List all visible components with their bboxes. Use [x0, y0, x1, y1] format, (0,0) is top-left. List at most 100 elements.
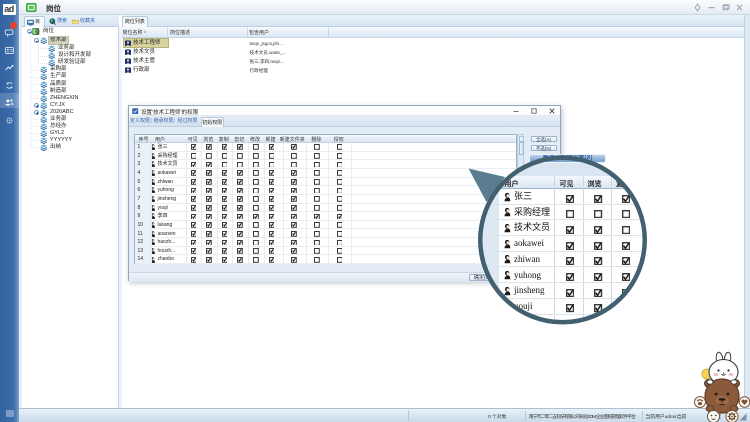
list-row-2[interactable]: 技术主管张三,李四,twqs...	[122, 57, 744, 66]
perm-row-1[interactable]: 1 张三	[135, 143, 517, 152]
checkbox-unchecked[interactable]	[314, 196, 320, 202]
column-no[interactable]: 序号	[139, 136, 149, 143]
checkbox-checked[interactable]	[237, 170, 243, 176]
checkbox-checked[interactable]	[291, 205, 297, 211]
checkbox-checked[interactable]	[191, 248, 197, 254]
scrollbar-up-arrow[interactable]	[519, 136, 524, 142]
checkbox-unchecked[interactable]	[314, 205, 320, 211]
checkbox-checked[interactable]	[291, 214, 297, 220]
checkbox-unchecked[interactable]	[337, 188, 343, 194]
checkbox-unchecked[interactable]	[253, 144, 259, 150]
checkbox-checked[interactable]	[269, 240, 275, 246]
checkbox-checked[interactable]	[291, 257, 297, 263]
checkbox-unchecked[interactable]	[314, 257, 320, 263]
checkbox-checked[interactable]	[337, 214, 343, 220]
perm-row-14[interactable]: 14 zhanbo	[135, 255, 517, 264]
maximize-button[interactable]	[720, 3, 731, 12]
checkbox-unchecked[interactable]	[337, 179, 343, 185]
checkbox-unchecked[interactable]	[337, 257, 343, 263]
checkbox-checked[interactable]	[237, 144, 243, 150]
checkbox-unchecked[interactable]	[253, 188, 259, 194]
checkbox-checked[interactable]	[237, 179, 243, 185]
column-position-name[interactable]: 岗位名称	[123, 29, 143, 36]
checkbox-checked[interactable]	[269, 214, 275, 220]
column-3[interactable]: 浏览	[203, 136, 213, 143]
perm-row-2[interactable]: 2 采购经理	[135, 152, 517, 161]
checkbox-checked[interactable]	[237, 248, 243, 254]
checkbox-checked[interactable]	[191, 179, 197, 185]
checkbox-checked[interactable]	[191, 257, 197, 263]
checkbox-checked[interactable]	[222, 179, 228, 185]
checkbox-unchecked[interactable]	[253, 196, 259, 202]
checkbox-unchecked[interactable]	[337, 153, 343, 159]
column-included-users[interactable]: 包含用户	[249, 29, 269, 36]
checkbox-unchecked[interactable]	[191, 153, 197, 159]
tab-search[interactable]: 搜索	[47, 16, 68, 28]
checkbox-unchecked[interactable]	[253, 240, 259, 246]
checkbox-unchecked[interactable]	[253, 162, 259, 168]
checkbox-checked[interactable]	[237, 196, 243, 202]
checkbox-unchecked[interactable]	[337, 205, 343, 211]
perm-row-10[interactable]: 10 lukang	[135, 221, 517, 230]
checkbox-checked[interactable]	[206, 162, 212, 168]
checkbox-checked[interactable]	[222, 214, 228, 220]
checkbox-unchecked[interactable]	[337, 144, 343, 150]
checkbox-unchecked[interactable]	[337, 222, 343, 228]
close-button[interactable]	[734, 3, 745, 12]
checkbox-unchecked[interactable]	[314, 162, 320, 168]
dialog-close-button[interactable]	[547, 107, 557, 115]
checkbox-checked[interactable]	[191, 196, 197, 202]
checkbox-unchecked[interactable]	[269, 153, 275, 159]
tree-item-6[interactable]: 生产部	[22, 73, 118, 80]
chart-icon[interactable]	[4, 60, 15, 71]
navbar-collapse-icon[interactable]	[6, 410, 14, 417]
checkbox-checked[interactable]	[206, 257, 212, 263]
checkbox-unchecked[interactable]	[291, 153, 297, 159]
checkbox-checked[interactable]	[222, 196, 228, 202]
checkbox-unchecked[interactable]	[291, 162, 297, 168]
checkbox-unchecked[interactable]	[314, 153, 320, 159]
checkbox-unchecked[interactable]	[314, 144, 320, 150]
tree-item-15[interactable]: YYYYYY	[22, 137, 118, 144]
checkbox-checked[interactable]	[269, 196, 275, 202]
checkbox-checked[interactable]	[269, 248, 275, 254]
checkbox-checked[interactable]	[269, 222, 275, 228]
checkbox-unchecked[interactable]	[237, 162, 243, 168]
checkbox-checked[interactable]	[206, 214, 212, 220]
checkbox-checked[interactable]	[191, 170, 197, 176]
checkbox-checked[interactable]	[237, 257, 243, 263]
minimize-button[interactable]	[706, 3, 717, 12]
checkbox-checked[interactable]	[291, 196, 297, 202]
sync-icon[interactable]	[4, 78, 15, 89]
checkbox-unchecked[interactable]	[253, 179, 259, 185]
checkbox-unchecked[interactable]	[337, 248, 343, 254]
tab-defined-permissions[interactable]: 定义权限	[130, 116, 150, 128]
tab-position-list[interactable]: 岗位列表	[122, 16, 149, 28]
checkbox-checked[interactable]	[237, 205, 243, 211]
checkbox-checked[interactable]	[191, 144, 197, 150]
checkbox-checked[interactable]	[237, 231, 243, 237]
column-9[interactable]: 删除	[311, 136, 321, 143]
checkbox-unchecked[interactable]	[337, 240, 343, 246]
checkbox-checked[interactable]	[291, 144, 297, 150]
column-10[interactable]: 授权	[334, 136, 344, 143]
checkbox-checked[interactable]	[191, 162, 197, 168]
checkbox-unchecked[interactable]	[253, 170, 259, 176]
checkbox-checked[interactable]	[269, 170, 275, 176]
checkbox-checked[interactable]	[206, 170, 212, 176]
checkbox-unchecked[interactable]	[222, 162, 228, 168]
perm-row-11[interactable]: 11 aoarsen	[135, 230, 517, 239]
checkbox-unchecked[interactable]	[314, 170, 320, 176]
tab-initial-permissions[interactable]: 初始权限	[201, 117, 225, 128]
checkbox-unchecked[interactable]	[237, 153, 243, 159]
checkbox-checked[interactable]	[253, 214, 259, 220]
checkbox-checked[interactable]	[269, 179, 275, 185]
checkbox-checked[interactable]	[291, 240, 297, 246]
checkbox-checked[interactable]	[222, 170, 228, 176]
checkbox-checked[interactable]	[191, 240, 197, 246]
tree-item-16[interactable]: 出纳	[22, 144, 118, 151]
expand-icon[interactable]	[34, 103, 39, 108]
checkbox-checked[interactable]	[222, 231, 228, 237]
checkbox-checked[interactable]	[291, 179, 297, 185]
contact-card-icon[interactable]	[4, 43, 15, 54]
